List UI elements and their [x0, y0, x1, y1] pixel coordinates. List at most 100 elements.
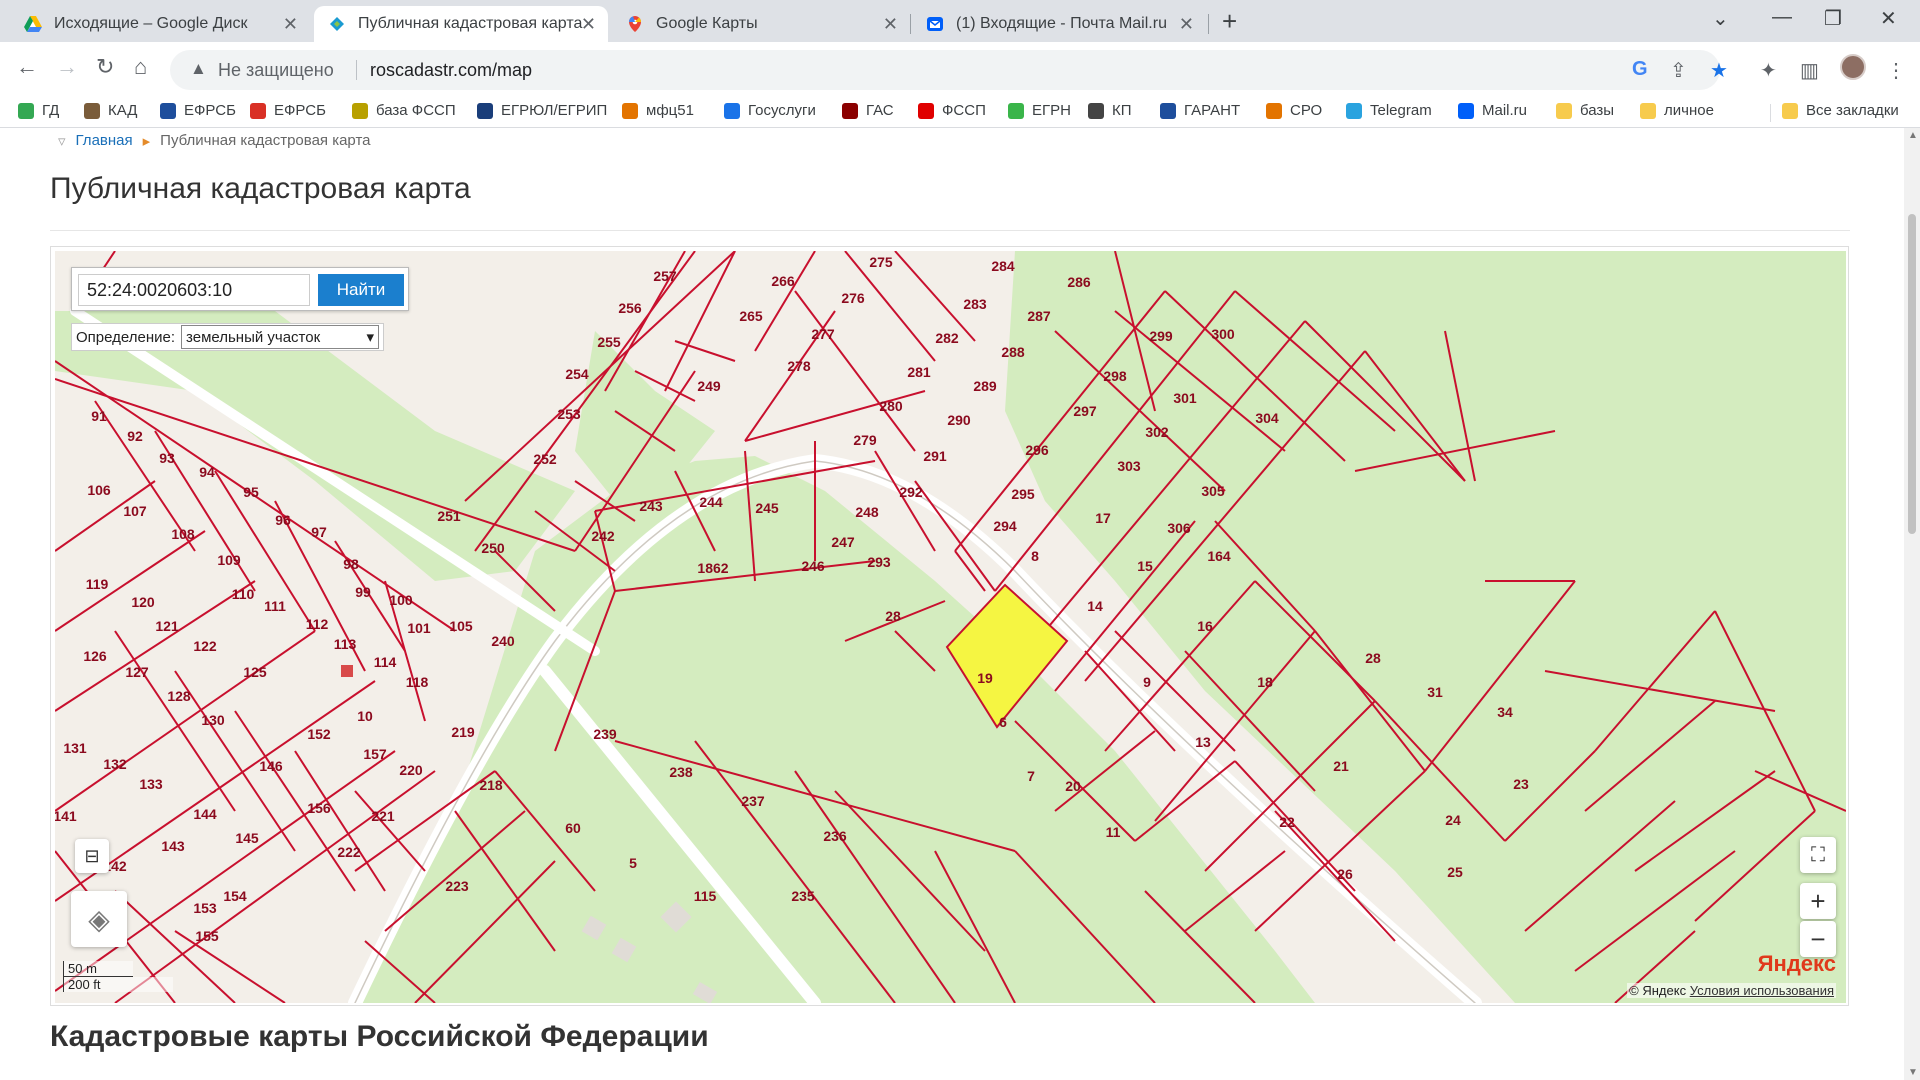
parcel-label[interactable]: 132 [103, 756, 127, 772]
window-close-button[interactable]: ✕ [1880, 6, 1897, 31]
parcel-label[interactable]: 219 [451, 724, 475, 740]
bookmark-item[interactable]: Все закладки [1782, 102, 1899, 119]
parcel-label[interactable]: 277 [811, 326, 835, 342]
scroll-down-icon[interactable]: ▼ [1908, 1067, 1918, 1078]
parcel-label[interactable]: 26 [1337, 866, 1353, 882]
parcel-label[interactable]: 220 [399, 762, 423, 778]
parcel-label[interactable]: 121 [155, 618, 179, 634]
parcel-label[interactable]: 290 [947, 412, 971, 428]
parcel-label[interactable]: 246 [801, 558, 825, 574]
cadastral-map[interactable]: 257 256 255 254 253 252 251 250 249 266 265 276 277 2… [55, 251, 1846, 1003]
parcel-label[interactable]: 302 [1145, 424, 1169, 440]
parcel-label[interactable]: 146 [259, 758, 283, 774]
parcel-label[interactable]: 115 [694, 888, 717, 904]
parcel-label[interactable]: 283 [963, 296, 987, 312]
parcel-label[interactable]: 156 [307, 800, 331, 816]
parcel-label[interactable]: 19 [977, 670, 993, 686]
parcel-label[interactable]: 295 [1011, 486, 1035, 502]
parcel-label[interactable]: 145 [235, 830, 259, 846]
parcel-label[interactable]: 17 [1095, 510, 1111, 526]
parcel-label[interactable]: 251 [437, 508, 461, 524]
parcel-label[interactable]: 60 [565, 820, 581, 836]
parcel-label[interactable]: 112 [306, 616, 329, 632]
close-icon[interactable]: ✕ [581, 14, 596, 35]
parcel-label[interactable]: 242 [591, 528, 615, 544]
parcel-label[interactable]: 9 [1143, 674, 1151, 690]
terms-link[interactable]: Условия использования [1690, 983, 1834, 998]
parcel-label[interactable]: 248 [855, 504, 879, 520]
parcel-label[interactable]: 105 [449, 618, 473, 634]
bookmark-item[interactable]: ЕФРСБ [160, 102, 236, 119]
share-icon[interactable]: ⇪ [1670, 58, 1687, 83]
definition-select[interactable]: земельный участок ▾ [181, 325, 380, 349]
parcel-label[interactable]: 130 [201, 712, 225, 728]
parcel-label[interactable]: 128 [167, 688, 191, 704]
bookmark-item[interactable]: ЕГРЮЛ/ЕГРИП [477, 102, 607, 119]
fullscreen-button[interactable]: ⛶ [1800, 837, 1836, 873]
parcel-label[interactable]: 266 [771, 273, 795, 289]
scroll-up-icon[interactable]: ▲ [1908, 130, 1918, 141]
parcel-label[interactable]: 300 [1211, 326, 1235, 342]
parcel-label[interactable]: 298 [1103, 368, 1127, 384]
bookmark-item[interactable]: КАД [84, 102, 137, 119]
parcel-label[interactable]: 23 [1513, 776, 1529, 792]
parcel-label[interactable]: 96 [275, 512, 291, 528]
url-text[interactable]: roscadastr.com/map [370, 60, 532, 81]
side-panel-icon[interactable]: ▥ [1800, 58, 1819, 83]
tab-search-icon[interactable]: ⌄ [1712, 6, 1729, 31]
parcel-label[interactable]: 252 [533, 451, 557, 467]
parcel-label[interactable]: 109 [217, 552, 241, 568]
parcel-label[interactable]: 256 [618, 300, 642, 316]
parcel-label[interactable]: 24 [1445, 812, 1461, 828]
parcel-label[interactable]: 292 [899, 484, 923, 500]
parcel-label[interactable]: 144 [193, 806, 217, 822]
parcel-label[interactable]: 93 [159, 450, 175, 466]
parcel-label[interactable]: 122 [193, 638, 217, 654]
find-button[interactable]: Найти [318, 274, 404, 306]
parcel-label[interactable]: 141 [55, 808, 77, 824]
scrollbar-thumb[interactable] [1908, 214, 1916, 534]
parcel-label[interactable]: 281 [907, 364, 931, 380]
bookmark-star-icon[interactable]: ★ [1710, 58, 1728, 83]
parcel-label[interactable]: 1862 [697, 560, 728, 576]
parcel-label[interactable]: 111 [264, 598, 286, 614]
bookmark-item[interactable]: Telegram [1346, 102, 1432, 119]
parcel-label[interactable]: 127 [125, 664, 149, 680]
parcel-label[interactable]: 265 [739, 308, 763, 324]
bookmark-item[interactable]: СРО [1266, 102, 1322, 119]
bookmark-item[interactable]: ГАС [842, 102, 894, 119]
parcel-label[interactable]: 293 [867, 554, 891, 570]
parcel-label[interactable]: 221 [371, 808, 395, 824]
parcel-label[interactable]: 282 [935, 330, 959, 346]
parcel-label[interactable]: 278 [787, 358, 811, 374]
bookmark-item[interactable]: база ФССП [352, 102, 456, 119]
parcel-label[interactable]: 243 [639, 498, 663, 514]
parcel-label[interactable]: 222 [337, 844, 361, 860]
parcel-label[interactable]: 286 [1067, 274, 1091, 290]
parcel-label[interactable]: 257 [653, 268, 677, 284]
parcel-label[interactable]: 157 [363, 746, 387, 762]
parcel-label[interactable]: 21 [1333, 758, 1349, 774]
parcel-label[interactable]: 240 [491, 633, 515, 649]
parcel-label[interactable]: 306 [1167, 520, 1191, 536]
parcel-label[interactable]: 100 [389, 592, 413, 608]
parcel-label[interactable]: 244 [699, 494, 723, 510]
bookmark-item[interactable]: личное [1640, 102, 1714, 119]
parcel-label[interactable]: 297 [1073, 403, 1097, 419]
parcel-label[interactable]: 94 [199, 464, 215, 480]
parcel-label[interactable]: 250 [481, 540, 505, 556]
parcel-label[interactable]: 118 [406, 674, 429, 690]
parcel-label[interactable]: 236 [823, 828, 847, 844]
parcel-label[interactable]: 106 [87, 482, 111, 498]
parcel-label[interactable]: 143 [161, 838, 185, 854]
reload-icon[interactable]: ↻ [96, 54, 114, 80]
parcel-label[interactable]: 301 [1173, 390, 1197, 406]
parcel-label[interactable]: 97 [311, 524, 327, 540]
parcel-label[interactable]: 218 [479, 777, 503, 793]
menu-icon[interactable]: ⋮ [1886, 58, 1906, 83]
parcel-label[interactable]: 254 [565, 366, 589, 382]
maximize-button[interactable]: ❐ [1824, 6, 1842, 31]
parcel-label[interactable]: 15 [1137, 558, 1153, 574]
address-bar[interactable]: ▲ Не защищено roscadastr.com/map G ⇪ ★ [170, 50, 1728, 90]
avatar[interactable] [1840, 54, 1866, 80]
